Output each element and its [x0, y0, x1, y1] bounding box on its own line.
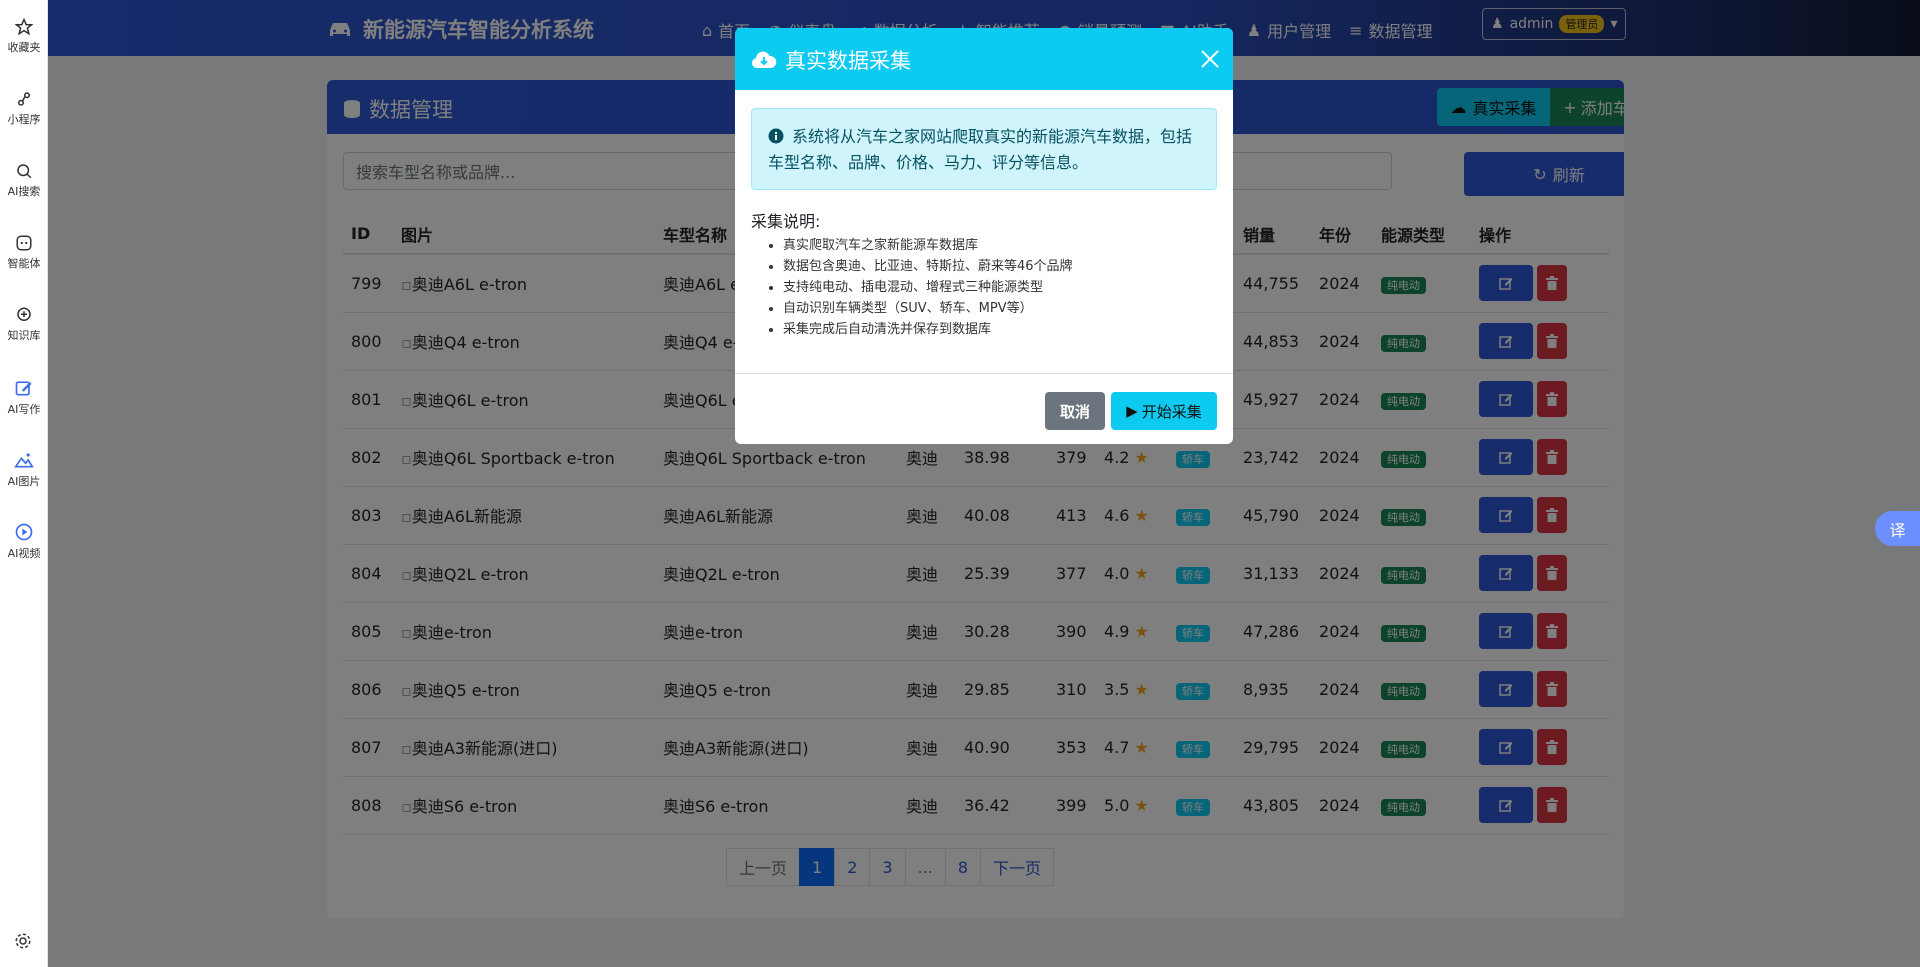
list-item: 数据包含奥迪、比亚迪、特斯拉、蔚来等46个品牌 [783, 256, 1073, 277]
translate-button[interactable]: 译 [1875, 511, 1920, 546]
modal-footer: 取消 ▶ 开始采集 [735, 373, 1233, 444]
sidebar-item-label: 知识库 [7, 329, 41, 342]
alert-text: 系统将从汽车之家网站爬取真实的新能源汽车数据，包括车型名称、品牌、价格、马力、评… [768, 127, 1193, 172]
sidebar-item-label: AI图片 [7, 475, 41, 488]
sidebar-item-ai-writing[interactable]: AI写作 [0, 378, 48, 417]
sidebar-item-label: AI视频 [7, 547, 41, 560]
gear-icon [15, 933, 31, 949]
collect-modal: 真实数据采集 系统将从汽车之家网站爬取真实的新能源汽车数据，包括车型名称、品牌、… [735, 28, 1233, 444]
button-label: 取消 [1059, 402, 1090, 421]
list-item: 真实爬取汽车之家新能源车数据库 [783, 235, 1073, 256]
start-collect-button[interactable]: ▶ 开始采集 [1111, 392, 1217, 430]
cloud-download-icon [751, 51, 777, 68]
star-icon [15, 18, 33, 36]
list-item: 支持纯电动、插电混动、增程式三种能源类型 [783, 277, 1073, 298]
sidebar-item-label: 收藏夹 [7, 41, 41, 54]
info-alert: 系统将从汽车之家网站爬取真实的新能源汽车数据，包括车型名称、品牌、价格、马力、评… [751, 108, 1217, 190]
sidebar-item-ai-image[interactable]: AI图片 [0, 450, 48, 489]
agent-icon [16, 235, 32, 251]
sidebar-item-favorites[interactable]: 收藏夹 [0, 18, 48, 55]
sidebar-item-ai-video[interactable]: AI视频 [0, 522, 48, 561]
play-icon: ▶ [1126, 402, 1138, 420]
close-icon [1201, 50, 1219, 68]
knowledge-icon [17, 307, 31, 321]
list-item: 采集完成后自动清洗并保存到数据库 [783, 319, 1073, 340]
sidebar-item-label: 小程序 [7, 113, 41, 126]
sidebar-item-ai-search[interactable]: AI搜索 [0, 162, 48, 199]
cancel-button[interactable]: 取消 [1045, 392, 1105, 430]
sidebar-item-knowledge[interactable]: 知识库 [0, 306, 48, 343]
sidebar-item-agent[interactable]: 智能体 [0, 234, 48, 271]
description-title: 采集说明: [751, 212, 821, 231]
modal-header: 真实数据采集 [735, 28, 1233, 90]
button-label: 开始采集 [1141, 402, 1202, 421]
list-item: 自动识别车辆类型（SUV、轿车、MPV等） [783, 298, 1073, 319]
edit-icon [15, 381, 32, 396]
description-list: 真实爬取汽车之家新能源车数据库 数据包含奥迪、比亚迪、特斯拉、蔚来等46个品牌 … [783, 235, 1073, 340]
sidebar-item-label: 智能体 [7, 257, 41, 270]
sidebar-item-label: AI搜索 [7, 185, 41, 198]
settings-button[interactable] [14, 932, 32, 954]
image-icon [14, 453, 34, 468]
close-button[interactable] [1199, 48, 1221, 70]
link-icon [18, 92, 30, 106]
info-icon [768, 127, 784, 151]
modal-title-text: 真实数据采集 [785, 49, 911, 73]
video-icon [15, 523, 33, 541]
sidebar-item-label: AI写作 [7, 403, 41, 416]
search-icon [17, 164, 32, 179]
browser-sidebar: 收藏夹 小程序 AI搜索 智能体 知识库 AI写作 AI图片 AI视频 [0, 0, 48, 967]
modal-title: 真实数据采集 [751, 45, 911, 75]
sidebar-item-miniapp[interactable]: 小程序 [0, 90, 48, 127]
translate-label: 译 [1889, 520, 1906, 540]
